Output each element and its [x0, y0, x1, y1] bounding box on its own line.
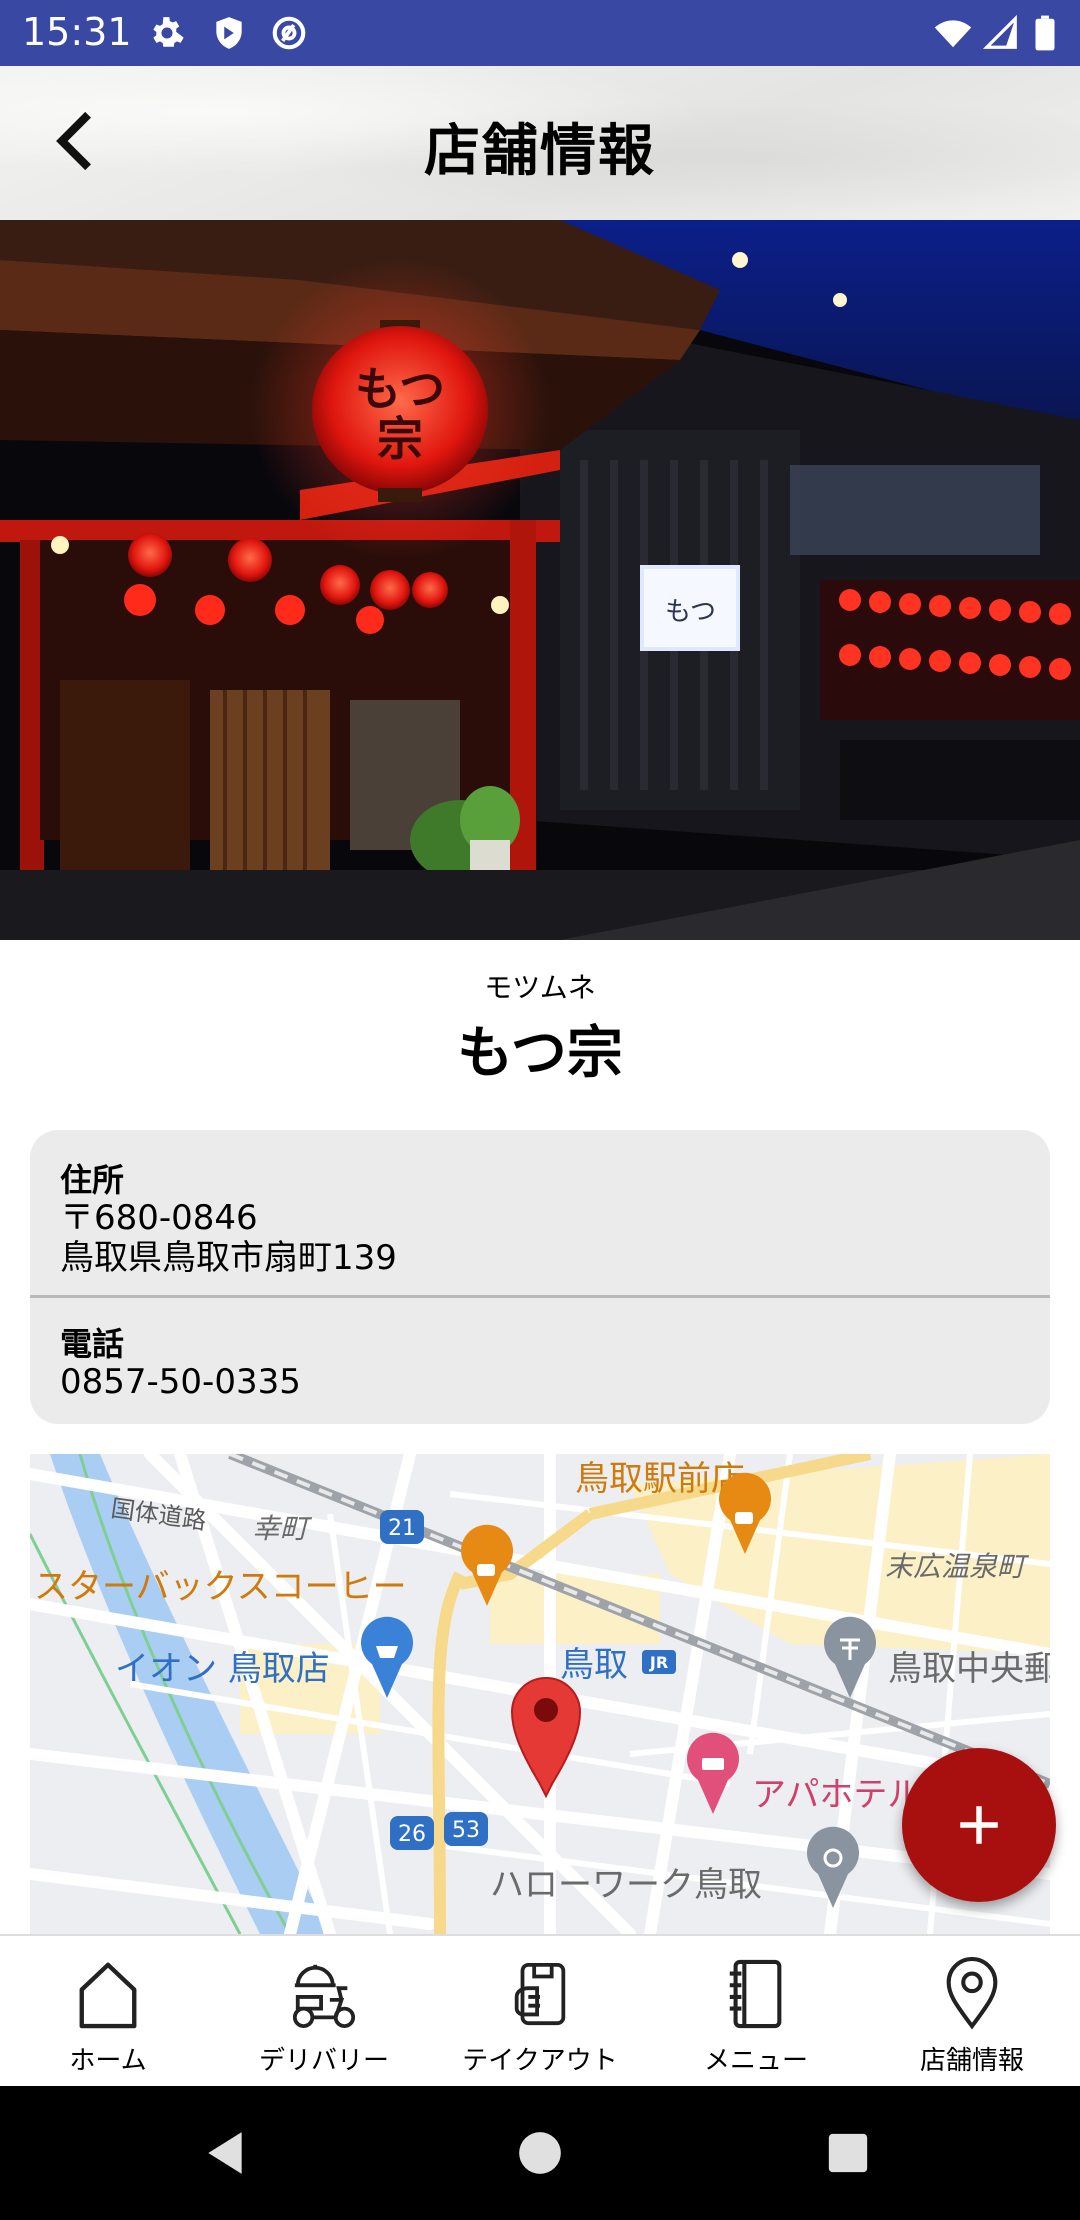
- map-label-tottori-station[interactable]: 鳥取: [560, 1645, 628, 1685]
- svg-text:もつ: もつ: [665, 597, 716, 627]
- nav-item-home[interactable]: ホーム: [0, 1936, 216, 2088]
- add-fab-button[interactable]: [902, 1748, 1056, 1902]
- map-label-starbucks[interactable]: スターバックスコーヒー: [34, 1567, 407, 1607]
- settings-icon: [153, 17, 184, 47]
- at-sync-icon: [272, 16, 306, 50]
- shop-photo: もつ もつ 宗: [0, 220, 1080, 940]
- map-label-aeon[interactable]: イオン 鳥取店: [115, 1649, 330, 1689]
- phone-number[interactable]: 0857-50-0335: [60, 1362, 301, 1402]
- map-view[interactable]: 21 26 53 鳥取駅前店 国体道路 幸町 末広温泉町 スターバックスコーヒー…: [30, 1454, 1050, 1934]
- menu-book-icon: [729, 1959, 782, 2029]
- back-triangle-icon[interactable]: [200, 2128, 250, 2178]
- jr-mark: JR: [642, 1650, 676, 1674]
- home-icon: [79, 1962, 137, 2029]
- route-badge-53: 53: [444, 1812, 488, 1846]
- phone-label: 電話: [60, 1325, 125, 1363]
- battery-icon: [1035, 15, 1055, 51]
- page-title: 店舗情報: [424, 119, 656, 184]
- shop-info-card: 住所 〒680-0846 鳥取県鳥取市扇町139 電話 0857-50-0335: [30, 1130, 1050, 1424]
- route-badge-21: 21: [380, 1510, 424, 1544]
- bottom-navigation: ホーム デリバリー テイクアウト メニュー 店舗情報: [0, 1934, 1080, 2086]
- map-label-apa-hotel[interactable]: アパホテル: [752, 1775, 921, 1815]
- svg-text:JR: JR: [649, 1653, 668, 1672]
- map-canvas[interactable]: 21 26 53 鳥取駅前店 国体道路 幸町 末広温泉町 スターバックスコーヒー…: [30, 1454, 1050, 1934]
- shop-name-kana: モツムネ: [484, 971, 596, 1004]
- map-label-suehiro-onsen: 末広温泉町: [885, 1550, 1030, 1583]
- takeout-bag-icon: [514, 1962, 566, 2026]
- svg-text:21: 21: [388, 1516, 416, 1541]
- address-section: 住所 〒680-0846 鳥取県鳥取市扇町139: [60, 1162, 397, 1278]
- nav-item-delivery[interactable]: デリバリー: [216, 1936, 432, 2088]
- address-text[interactable]: 鳥取県鳥取市扇町139: [60, 1238, 397, 1278]
- delivery-scooter-icon: [292, 1964, 356, 2028]
- nav-label-menu: メニュー: [703, 2046, 808, 2076]
- svg-text:53: 53: [452, 1818, 480, 1843]
- map-label-hellowork[interactable]: ハローワーク鳥取: [490, 1865, 762, 1905]
- phone-section: 電話 0857-50-0335: [60, 1326, 301, 1402]
- route-badge-26: 26: [390, 1816, 434, 1850]
- app-bar: 店舗情報: [0, 66, 1080, 220]
- divider: [30, 1295, 1050, 1298]
- nav-label-home: ホーム: [69, 2046, 147, 2076]
- wifi-icon: [934, 20, 972, 48]
- shield-icon: [216, 17, 242, 49]
- system-navigation-bar: [0, 2086, 1080, 2220]
- nav-label-takeout: テイクアウト: [462, 2046, 618, 2076]
- nav-item-takeout[interactable]: テイクアウト: [432, 1936, 648, 2088]
- home-circle-icon[interactable]: [515, 2128, 565, 2178]
- map-label-tottori-central[interactable]: 鳥取中央郵: [888, 1649, 1050, 1689]
- map-label-station-store[interactable]: 鳥取駅前店: [575, 1459, 745, 1499]
- shop-name: もつ宗: [457, 1021, 623, 1086]
- recents-square-icon[interactable]: [825, 2130, 871, 2176]
- map-label-saiwai-cho: 幸町: [252, 1512, 313, 1545]
- shop-photo-illustration: もつ もつ 宗: [0, 220, 1080, 940]
- location-pin-icon: [946, 1957, 998, 2030]
- svg-text:もつ: もつ: [355, 362, 445, 416]
- status-bar: 15:31: [0, 0, 1080, 66]
- plus-icon: [960, 1806, 998, 1844]
- postal-code: 〒680-0846: [60, 1198, 258, 1238]
- nav-label-delivery: デリバリー: [258, 2046, 389, 2076]
- status-time: 15:31: [22, 10, 132, 54]
- nav-label-store-info: 店舗情報: [919, 2046, 1024, 2076]
- cell-signal-icon: [982, 14, 1017, 49]
- nav-item-store-info[interactable]: 店舗情報: [864, 1936, 1080, 2088]
- nav-item-menu[interactable]: メニュー: [648, 1936, 864, 2088]
- svg-text:26: 26: [398, 1822, 426, 1847]
- address-label: 住所: [60, 1161, 125, 1199]
- svg-text:宗: 宗: [377, 412, 423, 466]
